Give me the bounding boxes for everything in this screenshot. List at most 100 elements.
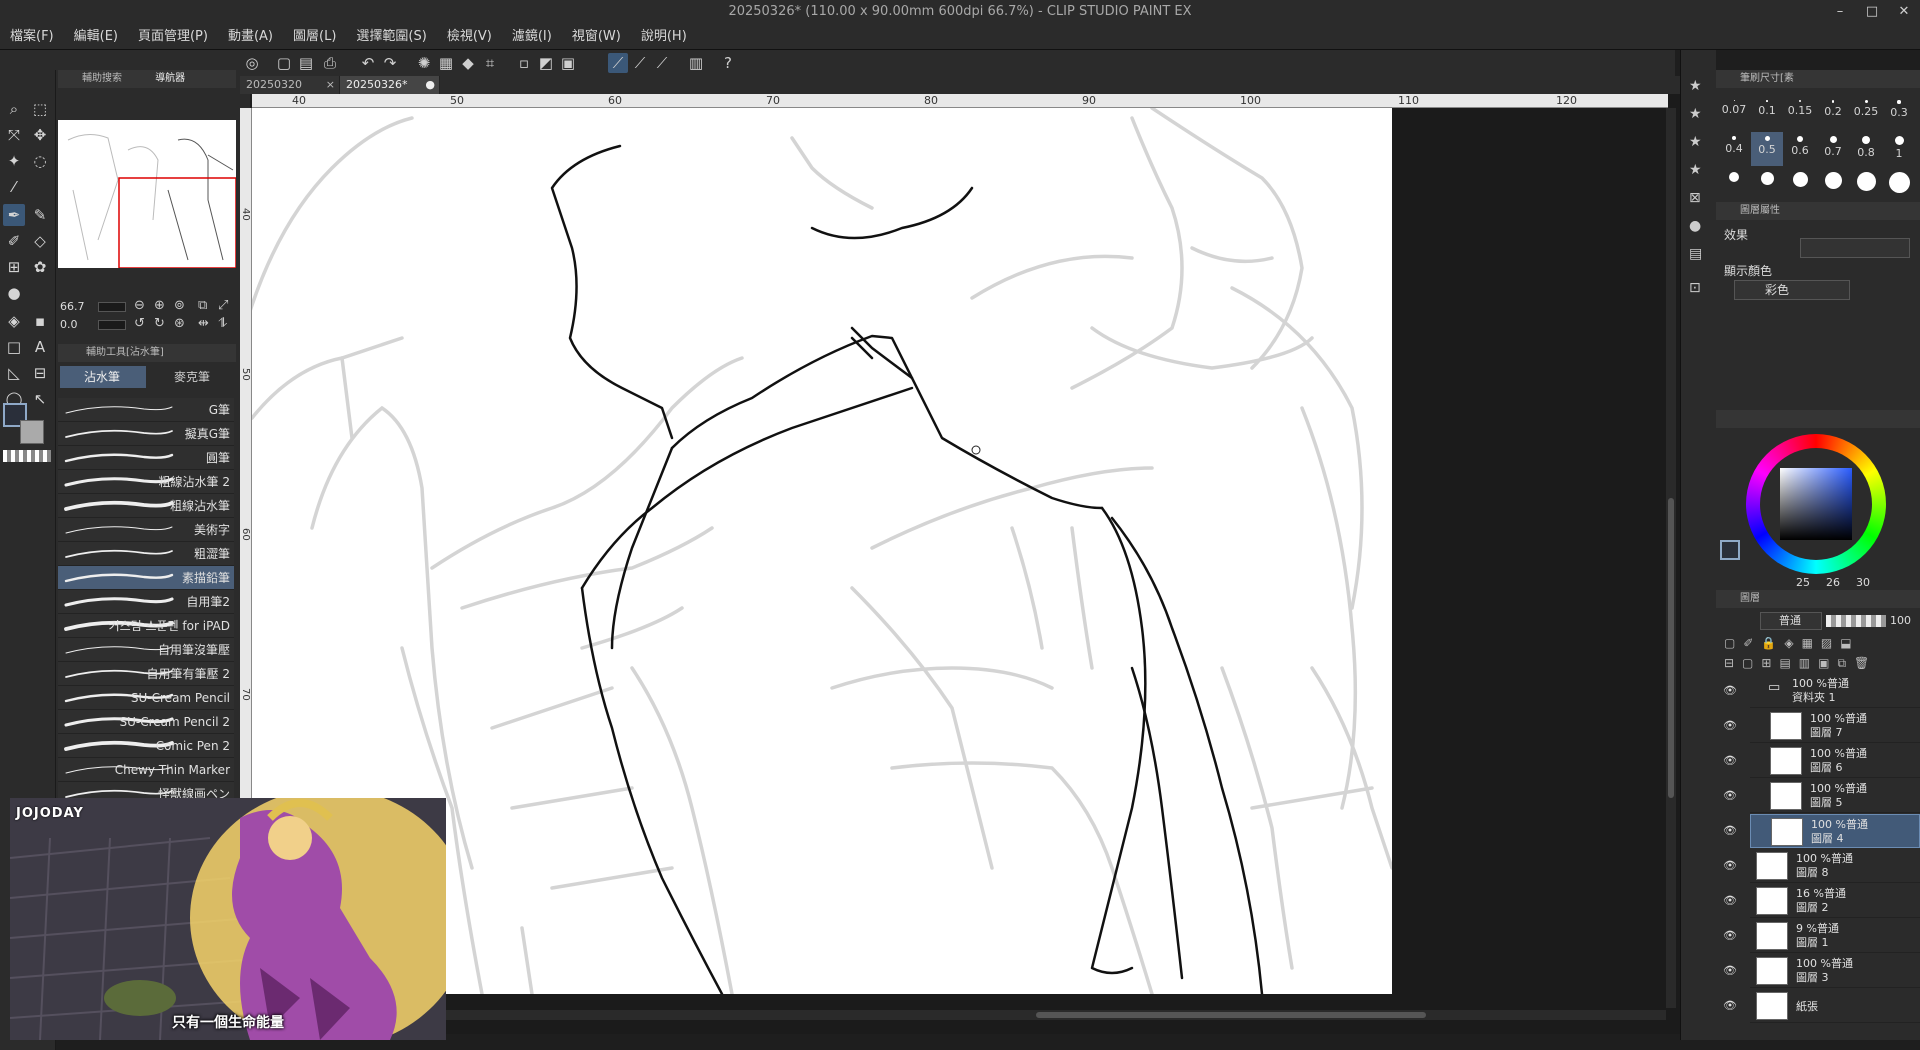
pen-icon[interactable]: ✒ (3, 204, 25, 226)
fit-icon[interactable]: ⊚ (174, 298, 185, 313)
select-all-icon[interactable]: ▫ (514, 53, 534, 73)
auto-select-icon[interactable]: ✦ (3, 150, 25, 172)
zoom-out-icon[interactable]: ⊖ (134, 298, 145, 313)
rotate-left-icon[interactable]: ↺ (134, 316, 145, 331)
brush-size-option[interactable]: 1 (1883, 132, 1915, 166)
brush-icon[interactable]: ✐ (3, 230, 25, 252)
zoom-slider[interactable] (98, 302, 126, 312)
navigator-thumbnail[interactable] (58, 120, 237, 269)
brush-item[interactable]: 圓筆 (58, 446, 234, 470)
opacity-slider[interactable] (1826, 615, 1886, 627)
layer-row[interactable]: 100 %普通 圖層 3 (1750, 954, 1920, 988)
actual-size-icon[interactable]: ⧉ (198, 298, 207, 313)
rotate-slider[interactable] (98, 320, 126, 330)
move-layer-icon[interactable]: ⤧ (3, 124, 25, 146)
transform-icon[interactable]: ⌗ (480, 53, 500, 73)
material-panel-icon-2[interactable]: ★ (1689, 106, 1702, 122)
sub-color-swatch[interactable] (20, 420, 44, 444)
layer-row[interactable]: 100 %普通 圖層 6 (1750, 744, 1920, 778)
brush-size-option[interactable]: 0.5 (1751, 132, 1783, 166)
vertical-scroll-thumb[interactable] (1668, 498, 1674, 798)
decoration-icon[interactable]: ✿ (29, 256, 51, 278)
tab-marker[interactable]: 麥克筆 (150, 366, 234, 388)
minimize-button[interactable]: – (1826, 0, 1854, 24)
brush-item[interactable]: 自用筆沒筆壓 (58, 638, 234, 662)
move-icon[interactable]: ✥ (29, 124, 51, 146)
undo-icon[interactable]: ↶ (358, 53, 378, 73)
horizontal-scroll-thumb[interactable] (1036, 1012, 1426, 1018)
eraser-icon[interactable]: ◇ (29, 230, 51, 252)
fit-navigator-icon[interactable]: ⤢ (218, 298, 228, 313)
rotate-value[interactable]: 0.0 (60, 318, 96, 332)
layer-row[interactable]: 16 %普通 圖層 2 (1750, 884, 1920, 918)
material-icon[interactable]: ▥ (686, 53, 706, 73)
modified-dot-icon[interactable]: ● (425, 76, 435, 94)
brush-size-large-option[interactable] (1718, 170, 1750, 194)
brush-size-option[interactable]: 0.25 (1850, 96, 1882, 130)
layer-visibility-icon[interactable]: 👁 (1722, 789, 1738, 803)
brush-size-option[interactable]: 0.2 (1817, 96, 1849, 130)
blend-icon[interactable]: ● (3, 282, 25, 304)
brush-item[interactable]: SU-Cream Pencil 2 (58, 710, 234, 734)
menu-view[interactable]: 檢視(V) (437, 24, 502, 50)
brush-size-large-option[interactable] (1751, 170, 1783, 194)
rotate-right-icon[interactable]: ↻ (154, 316, 165, 331)
text-icon[interactable]: A (29, 336, 51, 358)
layer-visibility-icon[interactable]: 👁 (1722, 999, 1738, 1013)
lasso-icon[interactable]: ◌ (29, 150, 51, 172)
flip-vertical-icon[interactable]: ⥮ (218, 316, 227, 331)
layer-row[interactable]: 100 %普通 圖層 8 (1750, 849, 1920, 883)
frame-icon[interactable]: ◺ (3, 362, 25, 384)
layer-tool-icons[interactable]: ▢✐🔒◈▦▨⬓ (1724, 636, 1914, 654)
menu-selection[interactable]: 選擇範圍(S) (346, 24, 436, 50)
menu-animation[interactable]: 動畫(A) (218, 24, 283, 50)
reset-rotate-icon[interactable]: ⊛ (174, 316, 185, 331)
brush-item[interactable]: G筆 (58, 398, 234, 422)
brush-size-option[interactable]: 0.1 (1751, 96, 1783, 130)
doc-tab-20250326[interactable]: 20250326* ● (340, 76, 440, 94)
snap-special-icon[interactable]: ⟋ (652, 53, 672, 73)
transparent-color-swatch[interactable] (3, 450, 51, 462)
close-tab-icon[interactable]: × (326, 76, 335, 94)
brush-size-large-option[interactable] (1883, 170, 1915, 194)
layer-search-icon[interactable]: ⊡ (1689, 280, 1701, 296)
history-icon[interactable]: ▤ (1689, 246, 1702, 262)
correct-line-icon[interactable]: ↖ (29, 388, 51, 410)
pencil-icon[interactable]: ✎ (29, 204, 51, 226)
brush-item[interactable]: 素描鉛筆 (58, 566, 234, 590)
airbrush-icon[interactable]: ⊞ (3, 256, 25, 278)
brush-item[interactable]: Comic Pen 2 (58, 734, 234, 758)
menu-layer[interactable]: 圖層(L) (283, 24, 346, 50)
menu-page[interactable]: 頁面管理(P) (128, 24, 218, 50)
layer-visibility-icon[interactable]: 👁 (1722, 684, 1738, 698)
layer-visibility-icon[interactable]: 👁 (1722, 929, 1738, 943)
menu-file[interactable]: 檔案(F) (0, 24, 64, 50)
menu-filter[interactable]: 濾鏡(I) (502, 24, 562, 50)
zoom-in-icon[interactable]: ⊕ (154, 298, 165, 313)
color-square[interactable] (1780, 468, 1852, 540)
layer-visibility-icon[interactable]: 👁 (1722, 859, 1738, 873)
material-panel-icon[interactable]: ★ (1689, 78, 1702, 94)
redo-icon[interactable]: ↷ (380, 53, 400, 73)
brush-size-large-option[interactable] (1784, 170, 1816, 194)
clear-icon[interactable]: ▦ (436, 53, 456, 73)
brush-item[interactable]: 擬真G筆 (58, 422, 234, 446)
cs-icon[interactable]: ◎ (242, 53, 262, 73)
brush-size-option[interactable]: 0.6 (1784, 132, 1816, 166)
layer-action-icons[interactable]: ⊟▢⊞▤▥▣⧉🗑 (1724, 656, 1914, 674)
zoom-icon[interactable]: ⌕ (3, 98, 25, 120)
vertical-scrollbar[interactable] (1666, 108, 1676, 1008)
layer-row[interactable]: 100 %普通 圖層 5 (1750, 779, 1920, 813)
brush-size-option[interactable]: 0.7 (1817, 132, 1849, 166)
layer-row[interactable]: 100 %普通 圖層 4 (1750, 814, 1920, 848)
blend-mode-select[interactable]: 普通 (1760, 612, 1822, 630)
current-color-swatch[interactable] (1720, 540, 1740, 560)
brush-size-option[interactable]: 0.15 (1784, 96, 1816, 130)
menu-window[interactable]: 視窗(W) (562, 24, 631, 50)
figure-icon[interactable]: □ (3, 336, 25, 358)
color-wheel[interactable] (1746, 434, 1886, 574)
layer-row[interactable]: 9 %普通 圖層 1 (1750, 919, 1920, 953)
fill-tool-icon[interactable]: ◈ (3, 310, 25, 332)
brush-size-large-option[interactable] (1817, 170, 1849, 194)
loading-icon[interactable]: ✺ (414, 53, 434, 73)
